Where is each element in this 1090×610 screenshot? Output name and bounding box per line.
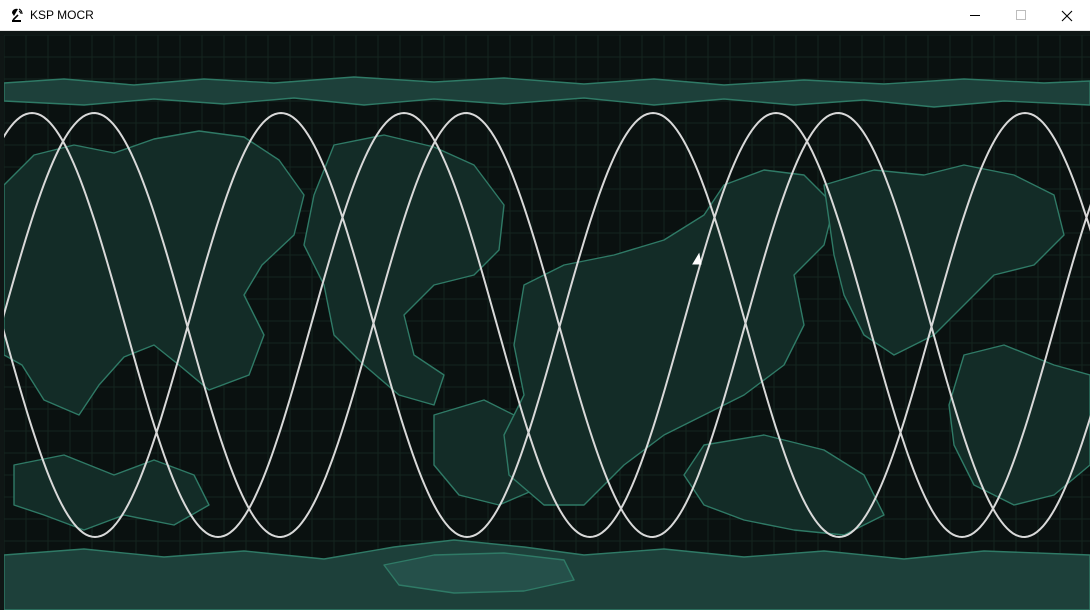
north-polar-region — [4, 76, 1090, 108]
minimize-button[interactable] — [952, 0, 998, 31]
window-title: KSP MOCR — [30, 8, 94, 22]
ground-track-map[interactable] — [4, 35, 1090, 610]
map-canvas — [4, 35, 1090, 610]
title-bar: KSP MOCR — [0, 0, 1090, 31]
close-button[interactable] — [1044, 0, 1090, 31]
maximize-icon — [1015, 10, 1027, 21]
maximize-button[interactable] — [998, 0, 1044, 31]
minimize-icon — [969, 10, 981, 21]
close-icon — [1061, 10, 1073, 22]
satellite-dish-icon — [10, 7, 26, 23]
map-frame — [0, 31, 1090, 610]
continent-east-islands — [823, 164, 1065, 356]
